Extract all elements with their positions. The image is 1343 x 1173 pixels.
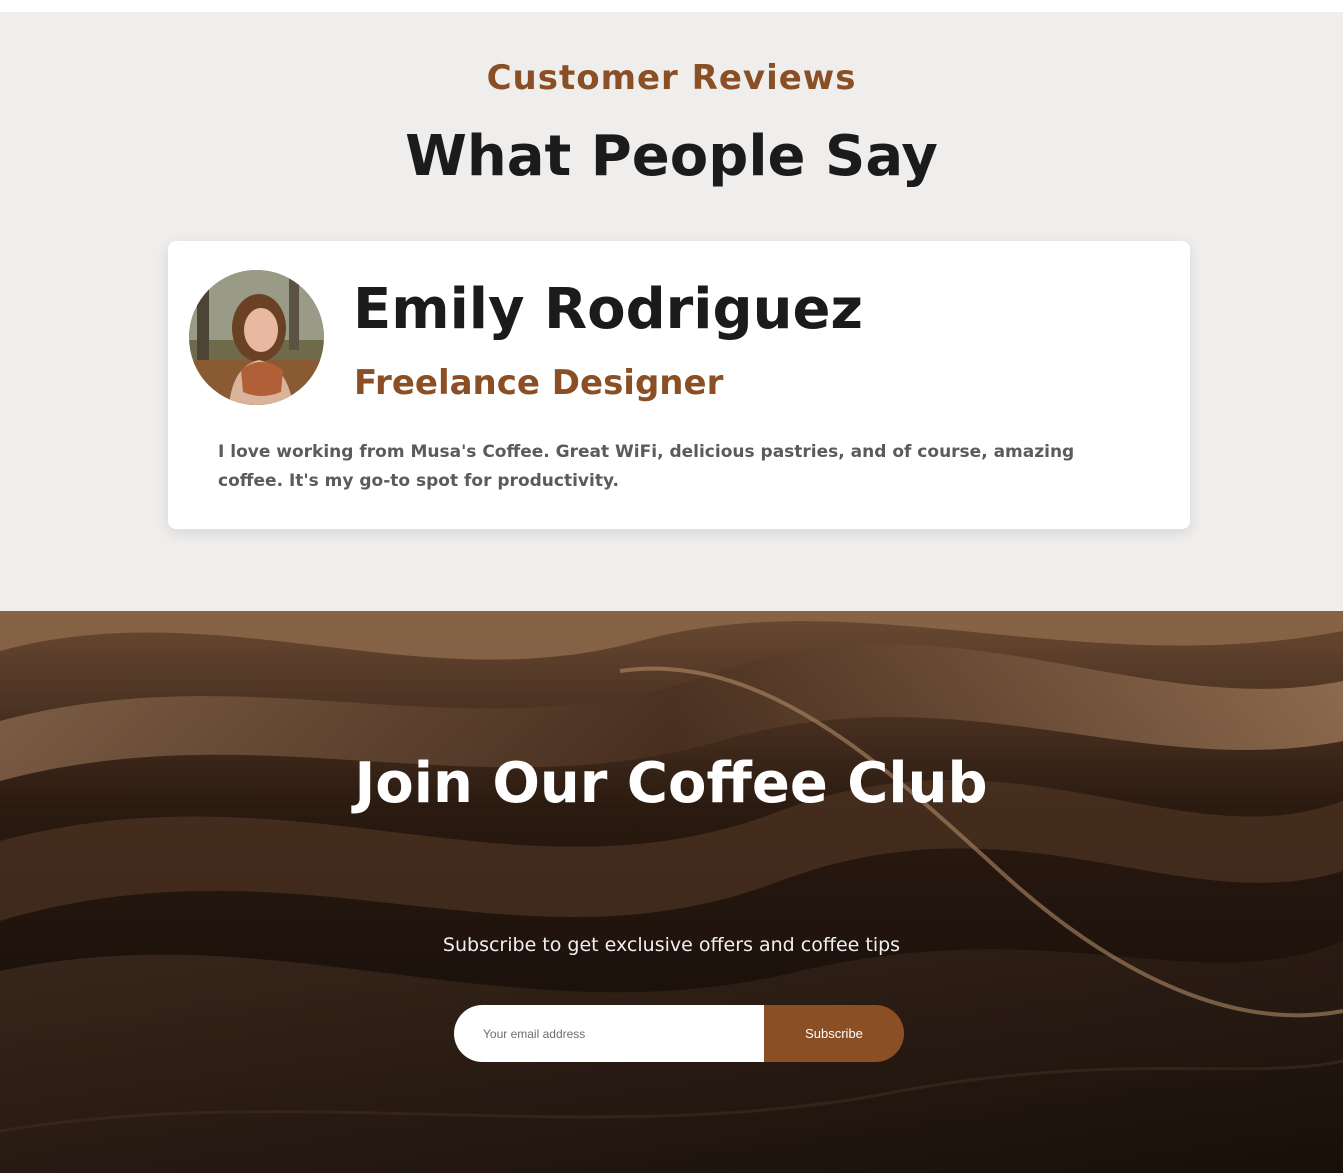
subscribe-button[interactable]: Subscribe	[764, 1005, 904, 1062]
reviewer-photo	[189, 270, 324, 405]
reviews-section: Customer Reviews What People Say Emily R…	[0, 12, 1343, 611]
coffee-wave-background	[0, 611, 1343, 1173]
top-strip	[0, 0, 1343, 12]
review-card: Emily Rodriguez Freelance Designer I lov…	[168, 241, 1190, 529]
section-eyebrow: Customer Reviews	[486, 58, 857, 98]
coffee-club-section: Join Our Coffee Club Subscribe to get ex…	[0, 611, 1343, 1173]
reviewer-name: Emily Rodriguez	[353, 277, 864, 342]
email-input[interactable]	[454, 1005, 764, 1062]
club-title: Join Our Coffee Club	[354, 751, 988, 816]
subscribe-form: Subscribe	[454, 1005, 904, 1062]
club-subtitle: Subscribe to get exclusive offers and co…	[442, 934, 901, 956]
review-text: I love working from Musa's Coffee. Great…	[218, 442, 1075, 491]
reviewer-role: Freelance Designer	[354, 363, 724, 403]
section-title: What People Say	[405, 124, 938, 189]
avatar	[189, 270, 324, 405]
